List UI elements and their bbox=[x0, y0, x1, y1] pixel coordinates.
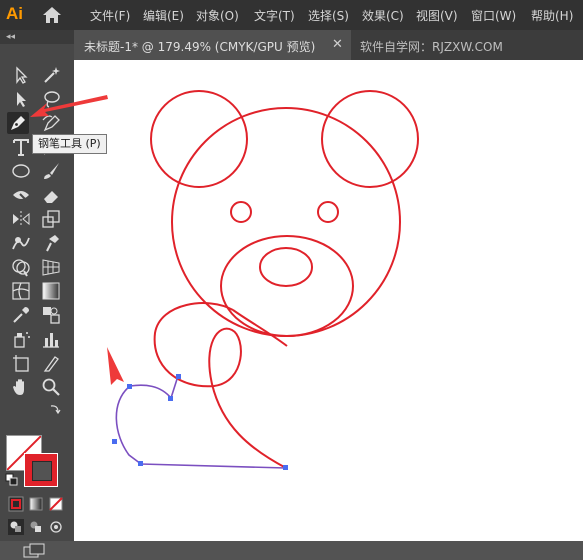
shape-builder-tool-icon[interactable] bbox=[10, 256, 32, 278]
stroke-swatch[interactable] bbox=[24, 453, 58, 487]
menu-effect[interactable]: 效果(C) bbox=[362, 7, 404, 24]
perspective-grid-tool-icon[interactable] bbox=[40, 256, 62, 278]
ellipse-tool-icon[interactable] bbox=[10, 160, 32, 182]
artboard-tool-icon[interactable] bbox=[10, 352, 32, 374]
screen-mode-icon[interactable] bbox=[22, 542, 48, 560]
shaper-tool-icon[interactable] bbox=[10, 184, 32, 206]
type-tool-icon[interactable] bbox=[10, 136, 32, 158]
pen-path[interactable] bbox=[115, 375, 287, 469]
tab-watermark[interactable]: 软件自学网：RJZXW.COM bbox=[360, 38, 503, 55]
eraser-tool-icon[interactable] bbox=[40, 184, 62, 206]
reflect-tool-icon[interactable] bbox=[10, 208, 32, 230]
paintbrush-tool-icon[interactable] bbox=[40, 160, 62, 182]
tools-panel: ◂◂ bbox=[0, 30, 74, 558]
hand-tool-icon[interactable] bbox=[10, 376, 32, 398]
anchor-point[interactable] bbox=[112, 439, 117, 444]
menu-view[interactable]: 视图(V) bbox=[416, 7, 458, 24]
tab-title: 未标题-1* @ 179.49% (CMYK/GPU 预览) bbox=[84, 40, 316, 54]
anchor-point[interactable] bbox=[283, 465, 288, 470]
menu-edit[interactable]: 编辑(E) bbox=[143, 7, 184, 24]
zoom-tool-icon[interactable] bbox=[40, 376, 62, 398]
symbol-sprayer-tool-icon[interactable] bbox=[10, 328, 32, 350]
anchor-point[interactable] bbox=[127, 384, 132, 389]
draw-normal-icon[interactable] bbox=[8, 519, 24, 535]
left-eye-circle bbox=[230, 201, 252, 223]
column-graph-tool-icon[interactable] bbox=[40, 328, 62, 350]
mesh-tool-icon[interactable] bbox=[10, 280, 32, 302]
default-colors-icon[interactable] bbox=[5, 473, 19, 487]
left-ear-circle bbox=[150, 90, 248, 188]
home-icon[interactable] bbox=[42, 6, 62, 24]
curvature-tool-icon[interactable] bbox=[40, 112, 62, 134]
menu-bar: Ai 文件(F) 编辑(E) 对象(O) 文字(T) 选择(S) 效果(C) 视… bbox=[0, 0, 583, 30]
gradient-mode-icon[interactable] bbox=[28, 496, 44, 512]
menu-select[interactable]: 选择(S) bbox=[308, 7, 349, 24]
warp-tool-icon[interactable] bbox=[10, 232, 32, 254]
app-logo: Ai bbox=[6, 4, 23, 23]
selection-tool-icon[interactable] bbox=[10, 64, 32, 86]
arm-tail-path bbox=[232, 309, 288, 347]
pen-tool-icon[interactable] bbox=[7, 112, 29, 134]
artwork bbox=[107, 90, 419, 470]
menu-file[interactable]: 文件(F) bbox=[90, 7, 130, 24]
color-mode-icon[interactable] bbox=[8, 496, 24, 512]
tools-panel-collapse[interactable]: ◂◂ bbox=[0, 30, 74, 44]
menu-object[interactable]: 对象(O) bbox=[196, 7, 239, 24]
menu-type[interactable]: 文字(T) bbox=[254, 7, 295, 24]
menu-window[interactable]: 窗口(W) bbox=[471, 7, 516, 24]
puppet-warp-tool-icon[interactable] bbox=[40, 232, 62, 254]
artboard-canvas[interactable] bbox=[74, 60, 583, 541]
anchor-point[interactable] bbox=[168, 396, 173, 401]
anchor-point[interactable] bbox=[138, 461, 143, 466]
right-ear-circle bbox=[321, 90, 419, 188]
slice-tool-icon[interactable] bbox=[40, 352, 62, 374]
annotation-arrow-icon bbox=[107, 347, 124, 385]
scale-tool-icon[interactable] bbox=[40, 208, 62, 230]
gradient-tool-icon[interactable] bbox=[40, 280, 62, 302]
head-circle bbox=[171, 107, 401, 337]
tab-document-active[interactable]: 未标题-1* @ 179.49% (CMYK/GPU 预览) ✕ bbox=[74, 30, 351, 60]
eyedropper-tool-icon[interactable] bbox=[10, 304, 32, 326]
none-mode-icon[interactable] bbox=[48, 496, 64, 512]
menu-help[interactable]: 帮助(H) bbox=[531, 7, 573, 24]
draw-inside-icon[interactable] bbox=[48, 519, 64, 535]
swap-fill-stroke-icon[interactable] bbox=[48, 402, 62, 416]
stroke-swatch-inner bbox=[32, 461, 52, 481]
anchor-point[interactable] bbox=[176, 374, 181, 379]
close-icon[interactable]: ✕ bbox=[332, 37, 343, 52]
right-eye-circle bbox=[317, 201, 339, 223]
blend-tool-icon[interactable] bbox=[40, 304, 62, 326]
pen-tool-tooltip: 钢笔工具 (P) bbox=[32, 134, 107, 154]
draw-behind-icon[interactable] bbox=[28, 519, 44, 535]
nose-ellipse bbox=[259, 247, 313, 287]
document-tab-bar: 未标题-1* @ 179.49% (CMYK/GPU 预览) ✕ 软件自学网：R… bbox=[74, 30, 583, 60]
lasso-tool-icon[interactable] bbox=[40, 88, 62, 110]
direct-selection-tool-icon[interactable] bbox=[10, 88, 32, 110]
magic-wand-tool-icon[interactable] bbox=[40, 64, 62, 86]
